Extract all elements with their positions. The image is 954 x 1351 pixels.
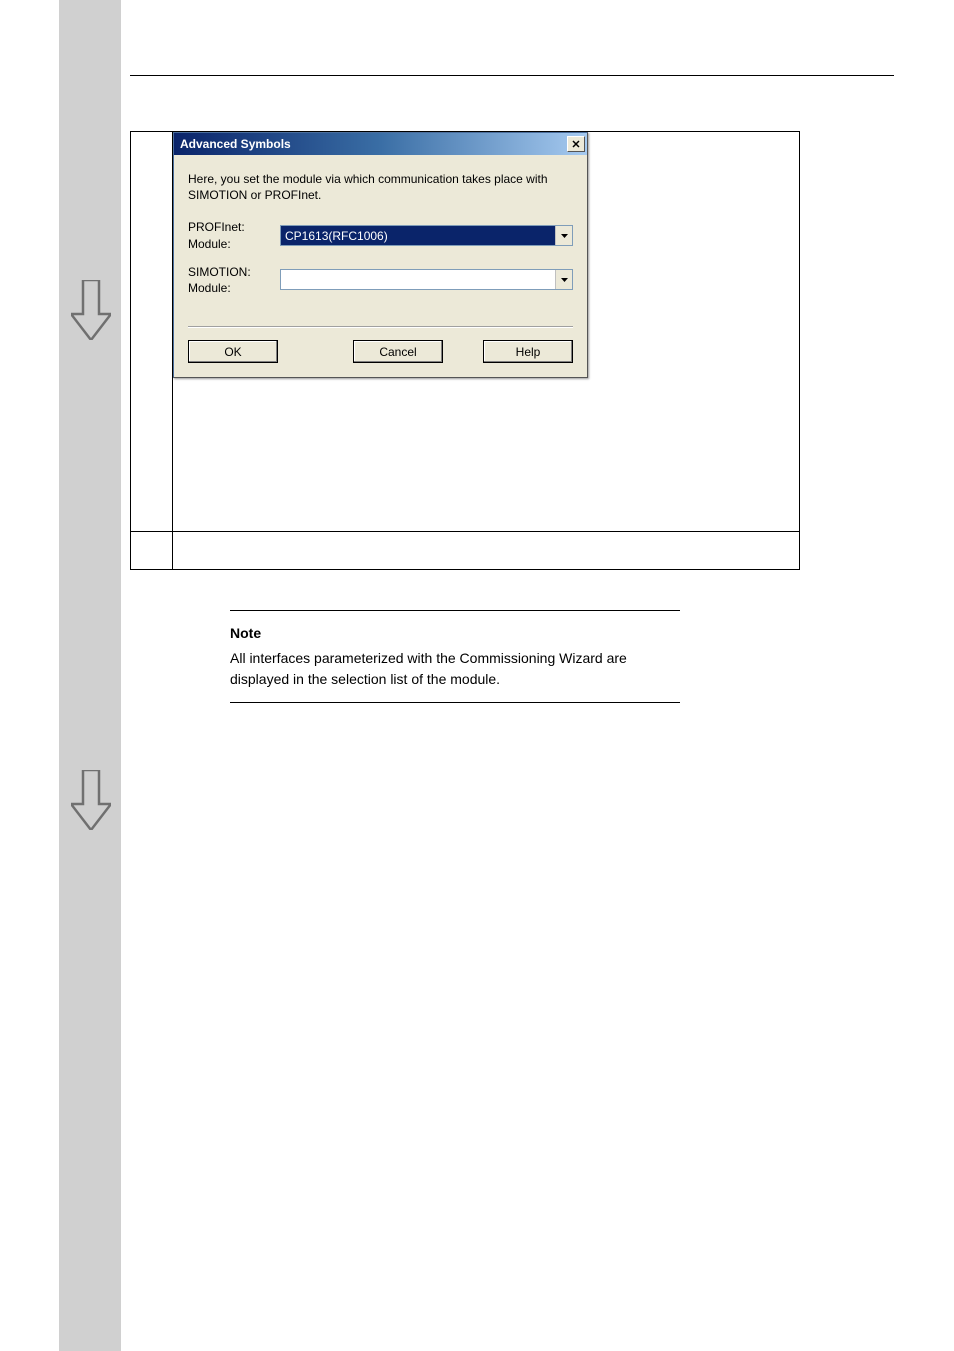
- left-gutter: [59, 0, 121, 1351]
- simotion-module-value: [281, 270, 555, 289]
- note-content: Note All interfaces parameterized with t…: [230, 611, 680, 702]
- cancel-button[interactable]: Cancel: [353, 340, 443, 363]
- note-body: All interfaces parameterized with the Co…: [230, 648, 680, 690]
- chevron-down-icon[interactable]: [555, 270, 572, 289]
- profinet-module-value: CP1613(RFC1006): [281, 226, 555, 245]
- profinet-module-combo[interactable]: CP1613(RFC1006): [280, 225, 573, 246]
- table-cell-left: [131, 132, 173, 532]
- down-arrow-icon: [71, 280, 111, 340]
- close-icon: ✕: [571, 138, 580, 151]
- dialog-body: Here, you set the module via which commu…: [174, 155, 587, 377]
- table-cell-left-2: [131, 532, 173, 570]
- profinet-module-row: PROFInet: Module: CP1613(RFC1006): [188, 219, 573, 251]
- dialog-button-row: OK Cancel Help: [188, 340, 573, 363]
- down-arrow-icon: [71, 770, 111, 830]
- button-separator: [188, 326, 573, 328]
- note-block: Note All interfaces parameterized with t…: [230, 610, 680, 703]
- simotion-module-label: SIMOTION: Module:: [188, 264, 280, 296]
- figure-table: Advanced Symbols ✕ Here, you set the mod…: [130, 131, 800, 570]
- help-button[interactable]: Help: [483, 340, 573, 363]
- dialog-title: Advanced Symbols: [180, 137, 291, 151]
- simotion-module-row: SIMOTION: Module:: [188, 264, 573, 296]
- dialog-description: Here, you set the module via which commu…: [188, 171, 573, 203]
- profinet-module-label: PROFInet: Module:: [188, 219, 280, 251]
- advanced-symbols-dialog: Advanced Symbols ✕ Here, you set the mod…: [173, 132, 588, 378]
- table-cell-right: Advanced Symbols ✕ Here, you set the mod…: [173, 132, 800, 532]
- simotion-module-combo[interactable]: [280, 269, 573, 290]
- header-rule: [130, 75, 894, 76]
- ok-button[interactable]: OK: [188, 340, 278, 363]
- note-title: Note: [230, 623, 680, 644]
- note-rule-bottom: [230, 702, 680, 703]
- close-button[interactable]: ✕: [567, 136, 585, 152]
- chevron-down-icon[interactable]: [555, 226, 572, 245]
- dialog-titlebar: Advanced Symbols ✕: [174, 133, 587, 155]
- table-cell-right-2: [173, 532, 800, 570]
